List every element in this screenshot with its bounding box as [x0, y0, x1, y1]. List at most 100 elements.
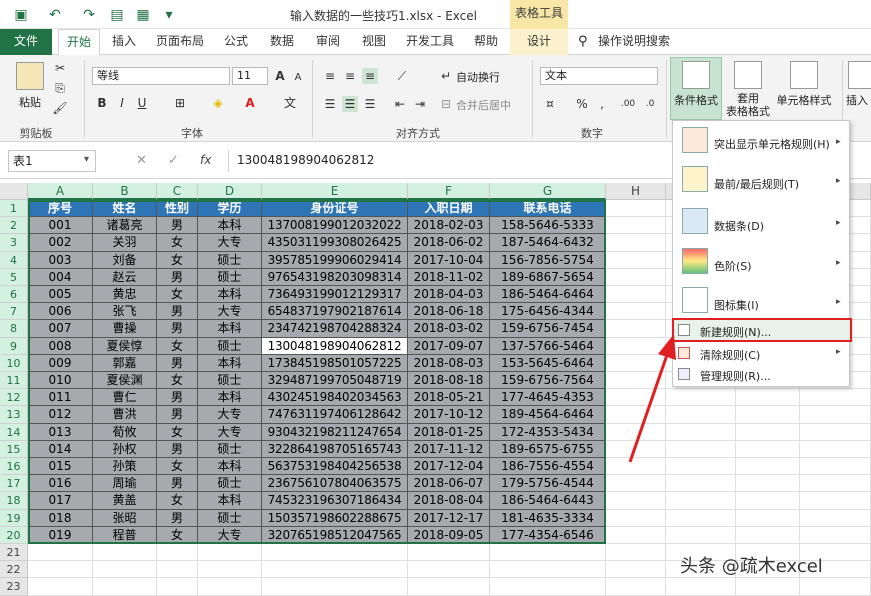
empty-cell[interactable] — [800, 440, 871, 458]
empty-cell[interactable] — [606, 544, 666, 562]
table-cell[interactable]: 2018-09-05 — [408, 526, 490, 544]
empty-cell[interactable] — [736, 492, 800, 510]
table-cell[interactable]: 2017-12-04 — [408, 458, 490, 476]
table-cell[interactable]: 2018-11-02 — [408, 268, 490, 286]
row-header[interactable]: 7 — [0, 303, 28, 321]
increase-font-icon[interactable]: A — [272, 68, 288, 84]
wrap-text-icon[interactable]: ↵ — [438, 68, 454, 84]
table-cell[interactable]: 2018-02-03 — [408, 217, 490, 235]
menu-icon-sets[interactable]: 图标集(I) — [714, 297, 824, 313]
bold-icon[interactable]: B — [94, 95, 110, 111]
empty-cell[interactable] — [93, 578, 157, 596]
table-cell[interactable]: 2018-06-02 — [408, 234, 490, 252]
empty-cell[interactable] — [800, 526, 871, 544]
table-cell[interactable]: 周瑜 — [93, 475, 157, 493]
table-cell[interactable]: 夏侯惇 — [93, 337, 157, 355]
column-header[interactable]: B — [93, 183, 157, 200]
empty-cell[interactable] — [606, 509, 666, 527]
undo-icon[interactable]: ↶ — [46, 6, 64, 24]
empty-cell[interactable] — [736, 509, 800, 527]
empty-cell[interactable] — [606, 303, 666, 321]
empty-cell[interactable] — [736, 423, 800, 441]
paste-icon[interactable] — [16, 62, 44, 90]
cell-styles-button[interactable]: 单元格样式 — [774, 92, 834, 108]
cancel-icon[interactable]: ✕ — [136, 153, 147, 168]
table-cell[interactable]: 郭嘉 — [93, 354, 157, 372]
table-cell[interactable]: 硕士 — [198, 268, 262, 286]
empty-cell[interactable] — [736, 475, 800, 493]
empty-cell[interactable] — [28, 578, 93, 596]
table-cell[interactable]: 曹仁 — [93, 389, 157, 407]
table-cell[interactable]: 2018-05-21 — [408, 389, 490, 407]
table-cell[interactable]: 硕士 — [198, 440, 262, 458]
empty-cell[interactable] — [606, 475, 666, 493]
table-cell[interactable]: 2018-06-07 — [408, 475, 490, 493]
orientation-icon[interactable]: ⟋ — [394, 68, 410, 84]
customize-qat-icon[interactable]: ▾ — [160, 6, 178, 24]
menu-manage-rules[interactable]: 管理规则(R)... — [700, 368, 810, 384]
table-cell[interactable]: 硕士 — [198, 475, 262, 493]
empty-cell[interactable] — [606, 492, 666, 510]
row-header[interactable]: 2 — [0, 217, 28, 235]
table-cell[interactable]: 017 — [28, 492, 93, 510]
font-color-icon[interactable]: A — [242, 95, 258, 111]
table-cell[interactable]: 曹操 — [93, 320, 157, 338]
column-header[interactable]: F — [408, 183, 490, 200]
underline-icon[interactable]: U — [134, 95, 150, 111]
empty-cell[interactable] — [800, 406, 871, 424]
table-cell[interactable]: 976543198203098314 — [262, 268, 408, 286]
merge-icon[interactable]: ⊟ — [438, 96, 454, 112]
table-cell[interactable]: 007 — [28, 320, 93, 338]
table-cell[interactable]: 孙权 — [93, 440, 157, 458]
table-cell[interactable]: 745323196307186434 — [262, 492, 408, 510]
table-cell[interactable]: 夏侯渊 — [93, 372, 157, 390]
align-left-icon[interactable]: ☰ — [322, 96, 338, 112]
comma-icon[interactable]: , — [594, 96, 610, 112]
table-cell[interactable]: 曹洪 — [93, 406, 157, 424]
row-header[interactable]: 1 — [0, 200, 28, 218]
macro-icon[interactable]: ▦ — [134, 6, 152, 24]
table-cell[interactable]: 本科 — [198, 320, 262, 338]
table-cell[interactable]: 234742198704288324 — [262, 320, 408, 338]
row-header[interactable]: 5 — [0, 268, 28, 286]
align-center-icon[interactable]: ☰ — [342, 96, 358, 112]
borders-icon[interactable]: ⊞ — [172, 95, 188, 111]
table-cell[interactable]: 322864198705165743 — [262, 440, 408, 458]
table-cell[interactable]: 430245198402034563 — [262, 389, 408, 407]
empty-cell[interactable] — [800, 578, 871, 596]
row-header[interactable]: 8 — [0, 320, 28, 338]
align-top-icon[interactable]: ≡ — [322, 68, 338, 84]
table-cell[interactable]: 女 — [157, 337, 198, 355]
table-cell[interactable]: 本科 — [198, 492, 262, 510]
empty-cell[interactable] — [93, 561, 157, 579]
empty-cell[interactable] — [606, 268, 666, 286]
table-cell[interactable]: 本科 — [198, 354, 262, 372]
tab-home[interactable]: 开始 — [58, 29, 100, 56]
table-cell[interactable]: 563753198404256538 — [262, 458, 408, 476]
table-cell[interactable]: 女 — [157, 251, 198, 269]
table-cell[interactable]: 008 — [28, 337, 93, 355]
column-header[interactable]: D — [198, 183, 262, 200]
name-box[interactable]: 表1 — [8, 150, 96, 172]
table-cell[interactable]: 018 — [28, 509, 93, 527]
table-cell[interactable]: 173845198501057225 — [262, 354, 408, 372]
empty-cell[interactable] — [736, 440, 800, 458]
row-header[interactable]: 9 — [0, 337, 28, 355]
table-cell[interactable]: 孙策 — [93, 458, 157, 476]
table-cell[interactable]: 930432198211247654 — [262, 423, 408, 441]
table-cell[interactable]: 156-7856-5754 — [490, 251, 606, 269]
table-cell[interactable]: 大专 — [198, 406, 262, 424]
table-cell[interactable]: 186-5464-6464 — [490, 286, 606, 304]
paste-button[interactable]: 粘贴 — [10, 94, 50, 110]
table-cell[interactable]: 736493199012129317 — [262, 286, 408, 304]
table-cell[interactable]: 005 — [28, 286, 93, 304]
table-cell[interactable]: 男 — [157, 268, 198, 286]
empty-cell[interactable] — [800, 458, 871, 476]
empty-cell[interactable] — [408, 561, 490, 579]
empty-cell[interactable] — [28, 544, 93, 562]
copy-icon[interactable]: ⎘ — [52, 80, 68, 96]
table-header-cell[interactable]: 联系电话 — [490, 200, 606, 218]
column-header[interactable]: A — [28, 183, 93, 200]
table-cell[interactable]: 006 — [28, 303, 93, 321]
menu-data-bars[interactable]: 数据条(D) — [714, 218, 824, 234]
